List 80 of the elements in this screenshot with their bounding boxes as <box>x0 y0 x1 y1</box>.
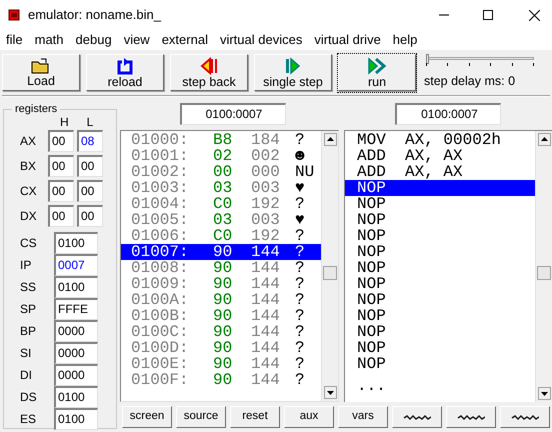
toolbar-button[interactable]: Load <box>2 54 80 90</box>
slider-thumb[interactable] <box>426 54 429 64</box>
register-field[interactable]: 00 <box>48 130 74 152</box>
register-field[interactable]: 00 <box>48 155 74 177</box>
register-label: CS <box>20 235 38 252</box>
register-field[interactable]: 00 <box>77 155 103 177</box>
register-field[interactable]: 0100 <box>54 386 98 408</box>
register-field[interactable]: 0000 <box>54 364 98 386</box>
menu-item[interactable]: math <box>28 30 70 50</box>
menu-item[interactable]: virtual drive <box>308 30 387 50</box>
smudged-label-icon <box>457 414 485 420</box>
register-label: DI <box>20 367 33 384</box>
toolbar-button[interactable]: run <box>338 54 416 90</box>
address-field[interactable]: 0100:0007 <box>180 103 286 125</box>
register-label: BP <box>20 323 38 340</box>
register-field[interactable]: 0100 <box>54 276 98 298</box>
panel-button[interactable]: aux <box>284 406 334 428</box>
fast-forward-icon <box>367 56 387 74</box>
register-field[interactable]: FFFE <box>54 298 98 320</box>
reload-icon <box>117 56 133 74</box>
toolbar-button[interactable]: step back <box>170 54 248 90</box>
register-field[interactable]: 0000 <box>54 342 98 364</box>
scroll-thumb[interactable] <box>323 266 337 280</box>
menu-item[interactable]: virtual devices <box>214 30 308 50</box>
register-label: DS <box>20 389 38 406</box>
step-back-icon <box>200 56 218 74</box>
address-field[interactable]: 0100:0007 <box>395 103 501 125</box>
scroll-up-icon[interactable] <box>324 133 337 146</box>
panel-button[interactable]: reset <box>230 406 280 428</box>
step-delay-label: step delay ms: 0 <box>424 72 516 90</box>
close-icon[interactable] <box>529 10 540 20</box>
menu-item[interactable]: view <box>118 30 156 50</box>
menu-item[interactable]: external <box>156 30 214 50</box>
register-field[interactable]: 0100 <box>54 408 98 430</box>
menu-item[interactable]: debug <box>70 30 118 50</box>
register-field[interactable]: 00 <box>77 180 103 202</box>
step-icon <box>284 56 301 74</box>
register-field[interactable]: 08 <box>77 130 103 152</box>
register-label: ES <box>20 411 38 428</box>
scrollbar[interactable] <box>535 131 552 402</box>
scroll-thumb[interactable] <box>537 266 551 280</box>
chip-icon <box>8 9 20 21</box>
menu-item[interactable]: file <box>0 30 29 50</box>
smudged-label-icon <box>511 414 539 420</box>
register-field[interactable]: 00 <box>48 180 74 202</box>
menu-item[interactable]: help <box>386 30 424 50</box>
memory-row[interactable]: 01007: 90 144 ? <box>121 244 321 260</box>
step-delay-slider[interactable] <box>424 54 536 68</box>
register-field[interactable]: 0100 <box>54 232 98 254</box>
group-title: registers <box>12 102 60 116</box>
panel-button[interactable] <box>392 406 442 428</box>
low-byte-label: L <box>86 116 94 128</box>
register-label: CX <box>20 183 38 200</box>
folder-icon <box>31 58 51 74</box>
register-label: BX <box>20 158 38 175</box>
register-label: SS <box>20 279 38 296</box>
register-label: AX <box>20 133 38 150</box>
register-field[interactable]: 0007 <box>54 254 98 276</box>
scroll-down-icon[interactable] <box>324 386 337 399</box>
register-field[interactable]: 00 <box>48 205 74 227</box>
toolbar-button[interactable]: reload <box>86 54 164 90</box>
high-byte-label: H <box>60 116 69 128</box>
register-label: SI <box>20 345 32 362</box>
register-field[interactable]: 00 <box>77 205 103 227</box>
scroll-down-icon[interactable] <box>538 387 551 400</box>
panel-button[interactable]: screen <box>122 406 172 428</box>
scroll-up-icon[interactable] <box>538 133 551 146</box>
register-label: IP <box>20 257 32 274</box>
register-field[interactable]: 0000 <box>54 320 98 342</box>
toolbar-button[interactable]: single step <box>254 54 332 90</box>
maximize-icon[interactable] <box>483 10 493 20</box>
register-label: SP <box>20 301 38 318</box>
smudged-label-icon <box>403 414 431 420</box>
scrollbar[interactable] <box>321 131 338 401</box>
register-label: DX <box>20 208 38 225</box>
panel-button[interactable]: vars <box>338 406 388 428</box>
panel-button[interactable] <box>500 406 550 428</box>
panel-button[interactable]: source <box>176 406 226 428</box>
window-title: emulator: noname.bin_ <box>28 6 161 24</box>
panel-button[interactable] <box>446 406 496 428</box>
